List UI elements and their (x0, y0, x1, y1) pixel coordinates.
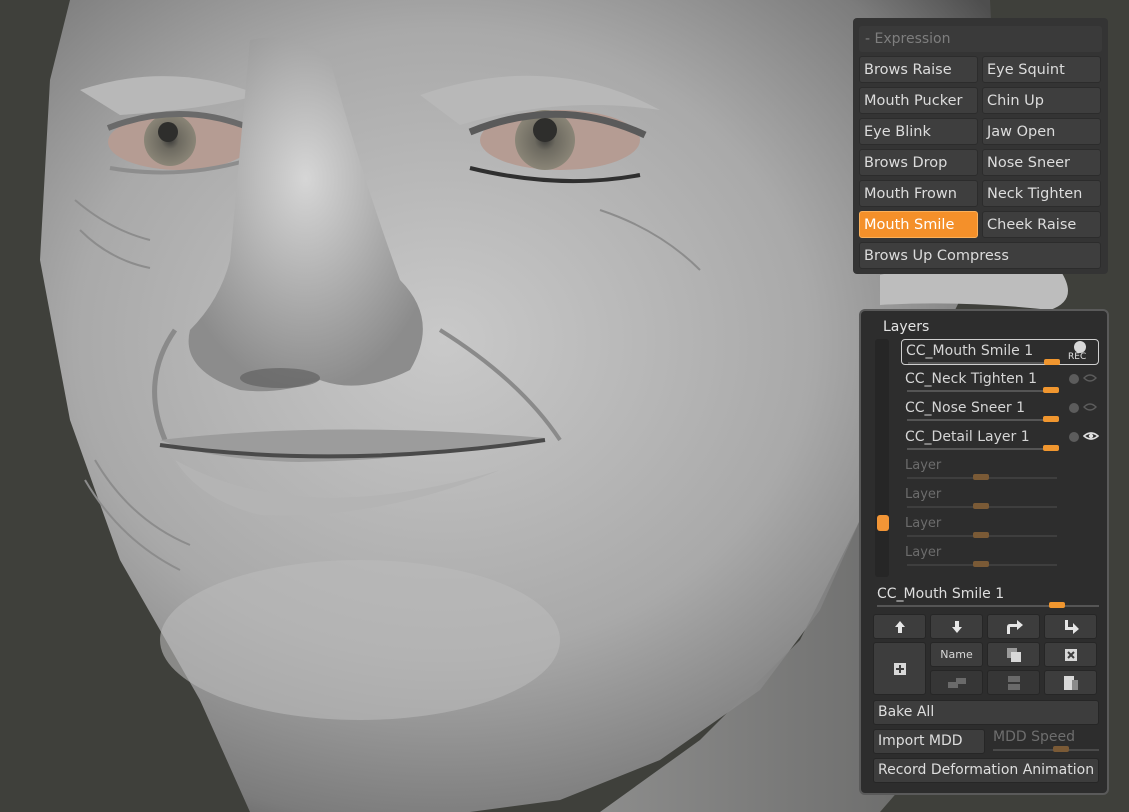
layers-panel: Layers CC_Mouth Smile 1 REC CC_Neck Tigh… (859, 309, 1109, 795)
split-layer-button[interactable] (930, 670, 983, 695)
delete-layer-button[interactable] (1044, 642, 1097, 667)
layer-row[interactable]: CC_Nose Sneer 1 (901, 397, 1099, 423)
slider-knob[interactable] (973, 503, 989, 509)
bake-layer-button[interactable] (1044, 670, 1097, 695)
layer-row[interactable]: CC_Neck Tighten 1 (901, 368, 1099, 394)
expr-brows-drop-button[interactable]: Brows Drop (859, 149, 978, 176)
record-deformation-animation-button[interactable]: Record Deformation Animation (873, 758, 1099, 783)
layers-title: Layers (883, 319, 930, 335)
expr-jaw-open-button[interactable]: Jaw Open (982, 118, 1101, 145)
layer-list: CC_Mouth Smile 1 REC CC_Neck Tighten 1 C… (875, 339, 1101, 591)
expression-grid: Brows Raise Eye Squint Mouth Pucker Chin… (859, 56, 1102, 269)
expr-mouth-pucker-button[interactable]: Mouth Pucker (859, 87, 978, 114)
slider-knob[interactable] (1044, 359, 1060, 365)
mdd-speed-track[interactable] (993, 746, 1099, 752)
record-dot-icon[interactable] (1069, 403, 1079, 413)
layer-intensity-slider[interactable] (907, 532, 1057, 538)
slider-knob[interactable] (1043, 416, 1059, 422)
delete-icon (1064, 648, 1077, 661)
layer-name: CC_Detail Layer 1 (905, 429, 1030, 445)
expr-cheek-raise-button[interactable]: Cheek Raise (982, 211, 1101, 238)
bake-icon (1063, 675, 1078, 690)
arrow-turn-right-icon (1006, 619, 1023, 634)
layer-list-scrollbar[interactable] (875, 339, 889, 577)
rename-layer-button[interactable]: Name (930, 642, 983, 667)
name-button-label: Name (940, 648, 973, 661)
layer-intensity-slider[interactable] (907, 387, 1059, 393)
layer-intensity-slider[interactable] (907, 445, 1059, 451)
expr-brows-up-compress-button[interactable]: Brows Up Compress (859, 242, 1101, 269)
layer-list-scroll-thumb[interactable] (877, 515, 889, 531)
import-mdd-button[interactable]: Import MDD (873, 729, 985, 754)
layer-row[interactable]: Layer (901, 542, 1099, 568)
layer-intensity-slider[interactable] (907, 474, 1057, 480)
arrow-turn-down-icon (1064, 619, 1079, 634)
redo-layer-button[interactable] (987, 614, 1040, 639)
duplicate-layer-button[interactable] (987, 642, 1040, 667)
layer-row[interactable]: Layer (901, 484, 1099, 510)
active-layer-name: CC_Mouth Smile 1 (877, 586, 1005, 602)
layer-name: Layer (905, 516, 942, 531)
split-icon (947, 677, 966, 688)
record-dot-icon[interactable] (1069, 374, 1079, 384)
layer-intensity-slider[interactable] (907, 561, 1057, 567)
expr-mouth-frown-button[interactable]: Mouth Frown (859, 180, 978, 207)
slider-knob[interactable] (973, 561, 989, 567)
layer-row[interactable]: CC_Mouth Smile 1 REC (901, 339, 1099, 365)
merge-icon (1007, 675, 1020, 690)
layer-name: Layer (905, 545, 942, 560)
slider-knob[interactable] (973, 532, 989, 538)
layer-name: CC_Mouth Smile 1 (906, 343, 1034, 359)
eye-dim-icon[interactable] (1083, 402, 1097, 412)
bake-all-button[interactable]: Bake All (873, 700, 1099, 725)
layer-name: Layer (905, 458, 942, 473)
record-label: REC (1068, 352, 1087, 362)
layer-name: Layer (905, 487, 942, 502)
expression-header[interactable]: - Expression (859, 26, 1102, 52)
layer-intensity-slider[interactable] (907, 503, 1057, 509)
expr-eye-squint-button[interactable]: Eye Squint (982, 56, 1101, 83)
expr-neck-tighten-button[interactable]: Neck Tighten (982, 180, 1101, 207)
expr-brows-raise-button[interactable]: Brows Raise (859, 56, 978, 83)
layer-row[interactable]: CC_Detail Layer 1 (901, 426, 1099, 452)
move-layer-down-button[interactable] (930, 614, 983, 639)
expr-nose-sneer-button[interactable]: Nose Sneer (982, 149, 1101, 176)
move-layer-up-button[interactable] (873, 614, 926, 639)
slider-knob[interactable] (1053, 746, 1069, 752)
layer-intensity-slider[interactable] (907, 416, 1059, 422)
new-layer-icon (893, 662, 906, 675)
layer-name: CC_Neck Tighten 1 (905, 371, 1037, 387)
merge-layer-button[interactable] (987, 670, 1040, 695)
mdd-speed-slider[interactable]: MDD Speed (993, 729, 1099, 754)
arrow-up-icon (894, 620, 905, 633)
record-toggle[interactable]: REC (1068, 341, 1094, 365)
slider-knob[interactable] (1043, 445, 1059, 451)
expression-panel: - Expression Brows Raise Eye Squint Mout… (853, 18, 1108, 274)
active-layer-intensity-slider[interactable] (877, 602, 1099, 608)
eye-icon[interactable] (1083, 431, 1099, 441)
expr-chin-up-button[interactable]: Chin Up (982, 87, 1101, 114)
expr-mouth-smile-button[interactable]: Mouth Smile (859, 211, 978, 238)
record-dot-icon[interactable] (1069, 432, 1079, 442)
layer-name: CC_Nose Sneer 1 (905, 400, 1026, 416)
slider-knob[interactable] (1049, 602, 1065, 608)
slider-knob[interactable] (1043, 387, 1059, 393)
layer-row[interactable]: Layer (901, 455, 1099, 481)
layer-intensity-slider[interactable] (908, 359, 1060, 365)
arrow-down-icon (951, 620, 962, 633)
merge-down-button[interactable] (1044, 614, 1097, 639)
slider-knob[interactable] (973, 474, 989, 480)
mdd-speed-label: MDD Speed (993, 729, 1075, 745)
layer-row[interactable]: Layer (901, 513, 1099, 539)
duplicate-icon (1006, 647, 1021, 662)
new-layer-button[interactable] (873, 642, 926, 695)
expr-eye-blink-button[interactable]: Eye Blink (859, 118, 978, 145)
eye-dim-icon[interactable] (1083, 373, 1097, 383)
